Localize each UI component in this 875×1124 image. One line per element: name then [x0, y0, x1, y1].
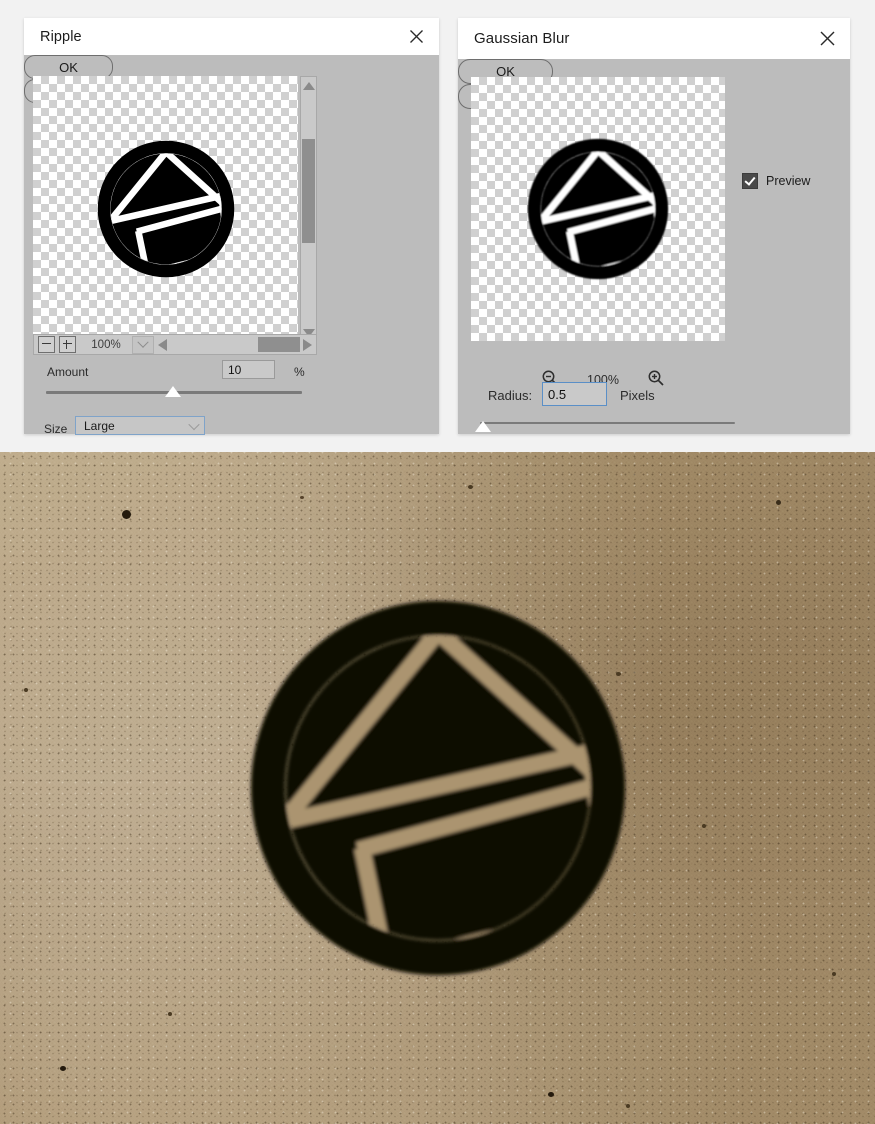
- size-select[interactable]: Large: [75, 416, 205, 435]
- checkbox-checked-icon: [742, 173, 758, 189]
- zoom-out-icon[interactable]: [38, 336, 55, 353]
- gaussian-title: Gaussian Blur: [474, 30, 570, 47]
- preview-checkbox-label: Preview: [766, 174, 811, 188]
- ripple-dialog: Ripple 100% OK Amount 10 % Size Large: [24, 18, 439, 436]
- gaussian-body: OK Cancel Preview 100%: [458, 59, 850, 438]
- close-icon[interactable]: [403, 24, 429, 50]
- triangle-up-icon[interactable]: [301, 77, 316, 94]
- triangle-right-icon[interactable]: [303, 338, 312, 351]
- ripple-body: 100% OK Cancel Amount 10 % Size: [24, 55, 439, 436]
- close-icon[interactable]: [814, 26, 840, 52]
- ripple-titlebar: Ripple: [24, 18, 439, 55]
- ripple-preview-content: [33, 76, 298, 342]
- amount-label: Amount: [47, 365, 89, 379]
- chevron-down-icon[interactable]: [132, 335, 154, 354]
- size-select-value: Large: [84, 418, 115, 433]
- preview-zoom-bar[interactable]: 100%: [33, 334, 317, 355]
- aperture-logo-icon: [97, 140, 234, 278]
- aperture-logo-icon: [527, 138, 669, 280]
- radius-slider-track[interactable]: [480, 422, 735, 424]
- radius-input[interactable]: 0.5: [542, 382, 607, 406]
- ripple-zoom-level: 100%: [91, 338, 121, 351]
- preview-horizontal-scrollbar[interactable]: [154, 335, 316, 354]
- gaussian-preview-content: [471, 77, 725, 341]
- horizontal-scroll-thumb[interactable]: [258, 337, 300, 352]
- amount-unit: %: [294, 365, 305, 379]
- amount-slider-thumb[interactable]: [165, 386, 181, 397]
- radius-label: Radius:: [488, 388, 533, 403]
- zoom-in-icon[interactable]: [59, 336, 76, 353]
- size-label: Size: [44, 422, 68, 436]
- preview-vertical-scrollbar[interactable]: [300, 76, 317, 342]
- gaussian-preview[interactable]: [471, 77, 725, 341]
- kraft-paper-photo: [0, 452, 875, 1124]
- ripple-title: Ripple: [40, 28, 82, 45]
- aperture-logo-icon: [250, 601, 625, 975]
- gaussian-blur-dialog: Gaussian Blur OK Preview 100% Radius: 0.…: [458, 18, 850, 434]
- chevron-down-icon: [188, 418, 200, 430]
- amount-input[interactable]: 10: [222, 360, 275, 379]
- radius-unit: Pixels: [620, 388, 655, 403]
- triangle-left-icon[interactable]: [158, 338, 167, 351]
- ripple-preview[interactable]: [33, 76, 298, 342]
- vertical-scroll-thumb[interactable]: [302, 139, 315, 243]
- preview-checkbox[interactable]: Preview: [742, 173, 810, 189]
- radius-slider-thumb[interactable]: [475, 421, 491, 432]
- gaussian-titlebar: Gaussian Blur: [458, 18, 850, 59]
- dialog-strip: Ripple 100% OK Amount 10 % Size Large Ga…: [0, 0, 875, 452]
- aperture-logo-large: [238, 588, 638, 988]
